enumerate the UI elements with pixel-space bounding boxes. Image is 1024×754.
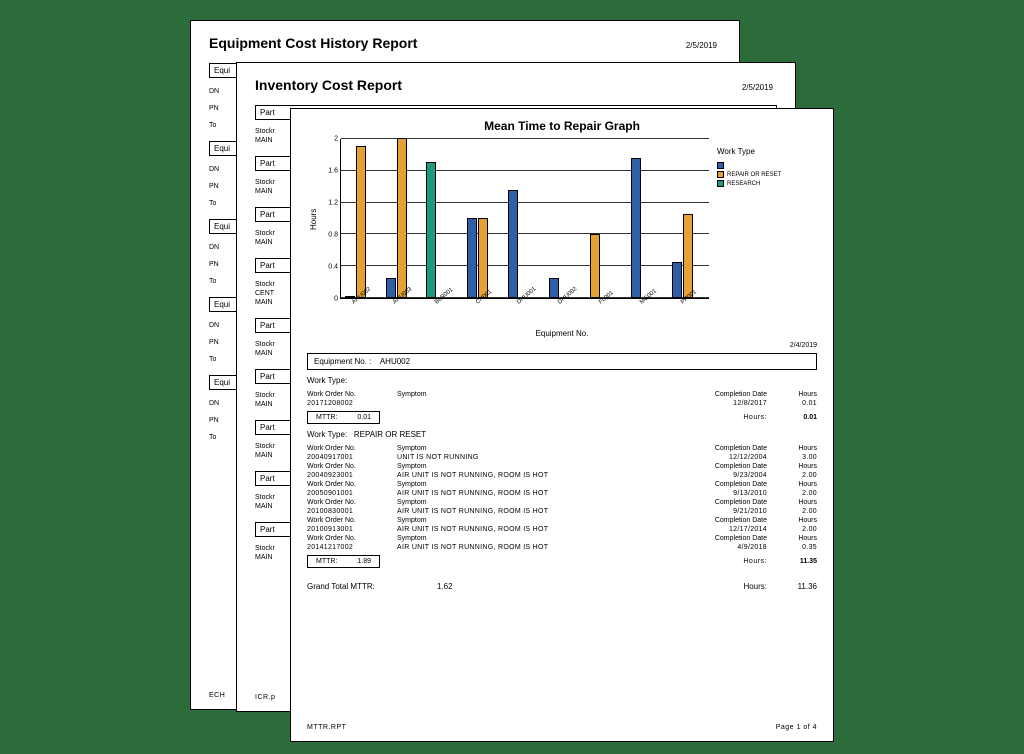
chart-xlabel: Equipment No. — [307, 329, 817, 338]
chart-bar-group — [467, 218, 501, 298]
report-date: 2/5/2019 — [686, 41, 717, 50]
mttr-subtotal: MTTR:0.01 Hours: 0.01 — [307, 411, 817, 424]
equipment-box: Equipment No. : AHU002 — [307, 353, 817, 370]
report-footer: MTTR.RPT Page 1 of 4 — [307, 724, 817, 731]
chart-legend: Work Type REPAIR OR RESET RESEARCH — [717, 147, 817, 189]
chart-bar — [672, 262, 682, 298]
detail-header: Work Order No.SymptomCompletion DateHour… — [307, 461, 817, 472]
legend-swatch-green — [717, 180, 724, 187]
chart-ytick: 0.4 — [328, 264, 338, 271]
work-type-2: Work Type: REPAIR OR RESET — [307, 430, 817, 439]
chart-bar — [467, 218, 477, 298]
legend-title: Work Type — [717, 147, 817, 156]
legend-swatch-blue — [717, 162, 724, 169]
report-page-mttr: Mean Time to Repair Graph Hours 0 0.4 0.8 1… — [290, 108, 834, 742]
chart-ytick: 1.6 — [328, 168, 338, 175]
chart-bar-group — [672, 214, 706, 298]
chart-bar-group — [386, 138, 420, 298]
mttr-subtotal-2: MTTR:1.89 Hours: 11.35 — [307, 555, 817, 568]
chart-ytick: 0 — [334, 296, 338, 303]
chart-bar-group — [426, 162, 460, 298]
chart-title: Mean Time to Repair Graph — [307, 119, 817, 133]
chart-bar-group — [508, 190, 542, 298]
detail-row: 20100830001AIR UNIT IS NOT RUNNING, ROOM… — [307, 508, 817, 515]
chart: Hours 00.40.81.21.62 Work Type REPAIR OR… — [307, 139, 817, 299]
legend-swatch-orange — [717, 171, 724, 178]
detail-row: 20040923001AIR UNIT IS NOT RUNNING, ROOM… — [307, 472, 817, 479]
chart-bar — [397, 138, 407, 298]
detail-header: Work Order No.SymptomCompletion DateHour… — [307, 479, 817, 490]
report-body-date: 2/4/2019 — [307, 342, 817, 349]
chart-ytick: 0.8 — [328, 232, 338, 239]
report-date: 2/5/2019 — [742, 83, 773, 92]
chart-bar — [386, 278, 396, 298]
grand-total: Grand Total MTTR: 1.62 Hours: 11.36 — [307, 582, 817, 591]
detail-row: 2017120800212/8/20170.01 — [307, 400, 817, 407]
chart-ytick: 2 — [334, 136, 338, 143]
detail-row: 20040917001UNIT IS NOT RUNNING12/12/2004… — [307, 454, 817, 461]
chart-bar — [631, 158, 641, 298]
page-title: Inventory Cost Report — [255, 77, 777, 93]
detail-header: Work Order No.SymptomCompletion DateHour… — [307, 443, 817, 454]
chart-ytick: 1.2 — [328, 200, 338, 207]
chart-bar — [590, 234, 600, 298]
chart-bar — [549, 278, 559, 298]
detail-row: 20100913001AIR UNIT IS NOT RUNNING, ROOM… — [307, 526, 817, 533]
detail-row: 20050901001AIR UNIT IS NOT RUNNING, ROOM… — [307, 490, 817, 497]
chart-bar — [478, 218, 488, 298]
chart-bar-group — [590, 234, 624, 298]
work-type-label: Work Type: — [307, 376, 817, 385]
chart-bar — [426, 162, 436, 298]
chart-bar-group — [345, 146, 379, 298]
chart-ylabel: Hours — [307, 139, 320, 299]
chart-bar — [683, 214, 693, 298]
detail-row: 20141217002AIR UNIT IS NOT RUNNING, ROOM… — [307, 544, 817, 551]
detail-header: Work Order No.SymptomCompletion DateHour… — [307, 497, 817, 508]
chart-bar — [508, 190, 518, 298]
chart-bar-group — [631, 158, 665, 298]
detail-header: Work Order No.SymptomCompletion DateHour… — [307, 533, 817, 544]
report-footer-code: ECH — [209, 692, 225, 699]
detail-header: Work Order No.SymptomCompletion DateHour… — [307, 515, 817, 526]
chart-bar — [356, 146, 366, 298]
detail-header: Work Order No. Symptom Completion Date H… — [307, 389, 817, 400]
report-footer-code: ICR.p — [255, 694, 275, 701]
page-title: Equipment Cost History Report — [209, 35, 721, 51]
